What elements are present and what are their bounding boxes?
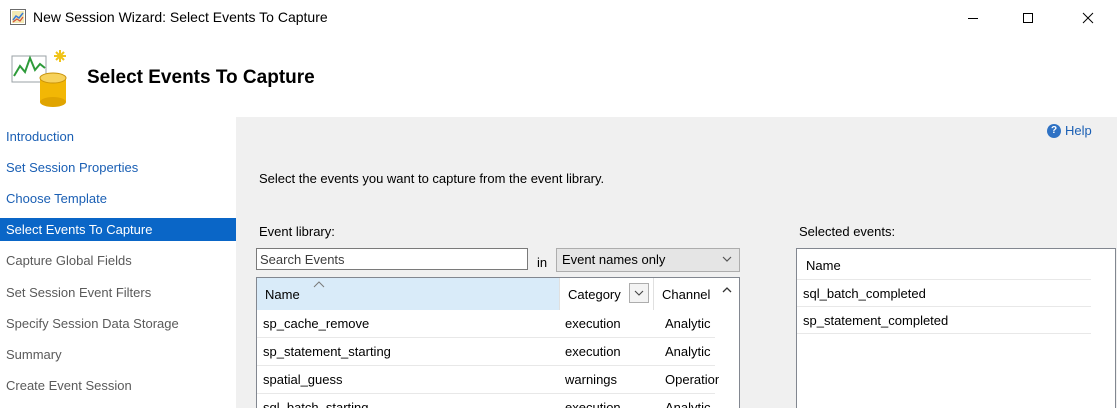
sidebar-item-session-event-filters: Set Session Event Filters bbox=[6, 285, 152, 300]
sidebar-item-summary: Summary bbox=[6, 347, 62, 362]
maximize-button[interactable] bbox=[1005, 0, 1051, 36]
event-name-cell: spatial_guess bbox=[263, 372, 343, 387]
event-category-cell: warnings bbox=[565, 372, 618, 387]
wizard-steps-sidebar: Introduction Set Session Properties Choo… bbox=[0, 117, 236, 408]
minimize-button[interactable] bbox=[950, 0, 996, 36]
instruction-text: Select the events you want to capture fr… bbox=[259, 171, 605, 186]
app-icon bbox=[10, 9, 26, 25]
list-item[interactable]: sql_batch_completed bbox=[797, 280, 1091, 307]
search-events-input[interactable] bbox=[256, 248, 528, 270]
grid-vertical-scrollbar[interactable] bbox=[719, 300, 739, 408]
sidebar-item-select-events[interactable]: Select Events To Capture bbox=[0, 218, 236, 241]
sort-ascending-icon bbox=[313, 281, 325, 288]
chevron-up-icon bbox=[722, 287, 732, 293]
sidebar-item-introduction[interactable]: Introduction bbox=[0, 125, 236, 148]
sidebar-item-data-storage: Specify Session Data Storage bbox=[6, 316, 179, 331]
grid-header: Name Category Channel bbox=[257, 278, 739, 310]
category-filter-button[interactable] bbox=[629, 283, 649, 303]
sidebar-item-create-event-session: Create Event Session bbox=[6, 378, 132, 393]
close-icon bbox=[1082, 12, 1094, 24]
column-header-channel[interactable]: Channel bbox=[653, 278, 715, 310]
close-button[interactable] bbox=[1065, 0, 1111, 36]
scroll-up-button[interactable] bbox=[719, 282, 735, 298]
event-name-cell: sp_statement_starting bbox=[263, 344, 391, 359]
table-row[interactable]: sp_statement_starting execution Analytic bbox=[257, 338, 739, 366]
table-row[interactable]: spatial_guess warnings Operation bbox=[257, 366, 739, 394]
event-name-cell: sql_batch_starting bbox=[263, 400, 369, 408]
in-label: in bbox=[537, 255, 548, 270]
event-chart-icon bbox=[10, 46, 72, 111]
help-link[interactable]: ? Help bbox=[1047, 123, 1092, 138]
event-category-cell: execution bbox=[565, 400, 621, 408]
column-header-name[interactable]: Name bbox=[257, 278, 559, 310]
window-title: New Session Wizard: Select Events To Cap… bbox=[33, 9, 328, 25]
chevron-down-icon bbox=[634, 290, 644, 296]
selected-events-label: Selected events: bbox=[799, 224, 896, 239]
table-row[interactable]: sql_batch_starting execution Analytic bbox=[257, 394, 739, 408]
sidebar-item-capture-global-fields: Capture Global Fields bbox=[6, 253, 132, 268]
event-scope-dropdown[interactable]: Event names only bbox=[556, 248, 740, 272]
event-channel-cell: Analytic bbox=[665, 400, 711, 408]
sidebar-item-set-session-properties[interactable]: Set Session Properties bbox=[0, 156, 236, 179]
event-channel-cell: Analytic bbox=[665, 344, 711, 359]
event-category-cell: execution bbox=[565, 344, 621, 359]
event-library-label: Event library: bbox=[259, 224, 335, 239]
sidebar-item-choose-template[interactable]: Choose Template bbox=[0, 187, 236, 210]
table-row[interactable]: sp_cache_remove execution Analytic bbox=[257, 310, 739, 338]
help-icon: ? bbox=[1047, 123, 1061, 138]
event-channel-cell: Operation bbox=[665, 372, 719, 387]
selected-events-list: Name sql_batch_completed sp_statement_co… bbox=[796, 248, 1116, 408]
chevron-down-icon bbox=[721, 253, 733, 268]
event-name-cell: sp_cache_remove bbox=[263, 316, 370, 331]
minimize-icon bbox=[968, 18, 978, 19]
page-title: Select Events To Capture bbox=[87, 67, 315, 88]
column-header-category[interactable]: Category bbox=[559, 278, 629, 310]
event-scope-value: Event names only bbox=[562, 252, 666, 267]
selected-events-header[interactable]: Name bbox=[797, 252, 1091, 280]
help-label: Help bbox=[1065, 123, 1092, 138]
list-item[interactable]: sp_statement_completed bbox=[797, 307, 1091, 334]
event-category-cell: execution bbox=[565, 316, 621, 331]
event-library-grid: Name Category Channel sp_cache_remove ex… bbox=[256, 277, 740, 408]
maximize-icon bbox=[1023, 13, 1033, 23]
event-channel-cell: Analytic bbox=[665, 316, 711, 331]
